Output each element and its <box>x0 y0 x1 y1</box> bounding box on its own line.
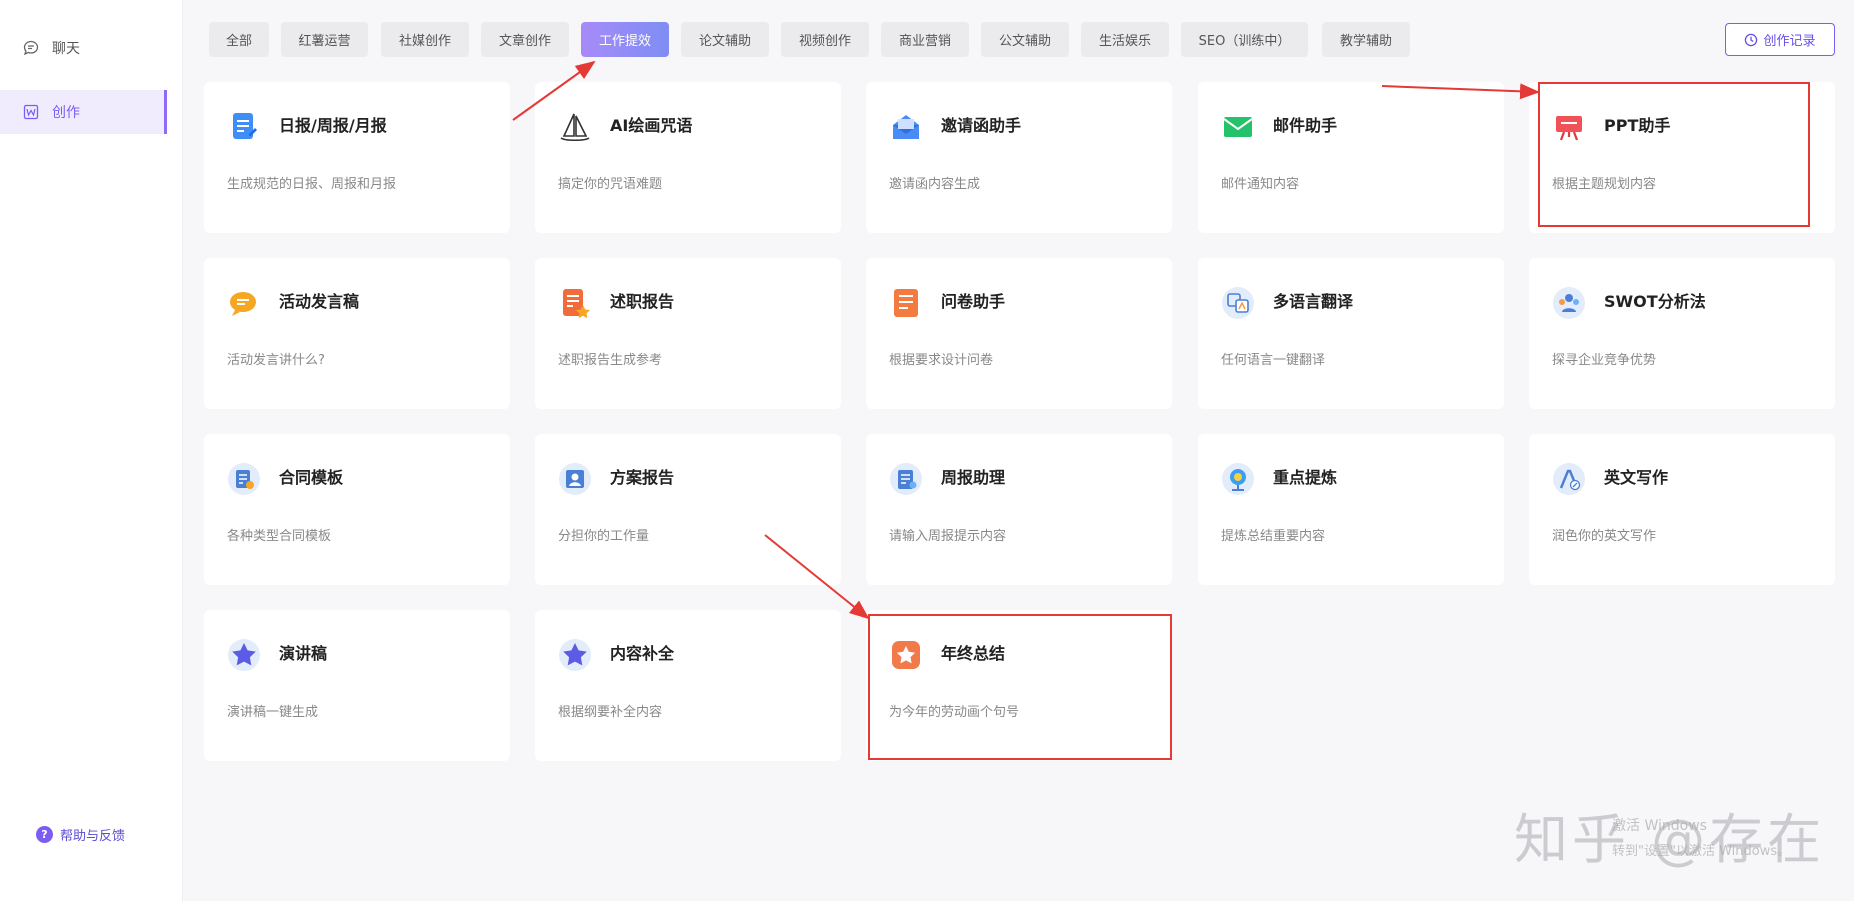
tab-article[interactable]: 文章创作 <box>481 22 569 57</box>
orange-star-icon <box>892 641 920 669</box>
card-title: 英文写作 <box>1604 468 1669 487</box>
card-speech-draft[interactable]: 演讲稿 演讲稿一键生成 <box>204 610 510 761</box>
card-desc: 根据要求设计问卷 <box>889 353 994 368</box>
card-desc: 润色你的英文写作 <box>1552 529 1657 544</box>
help-feedback-link[interactable]: ? 帮助与反馈 <box>36 825 125 844</box>
card-title: 活动发言稿 <box>279 292 360 311</box>
chat-icon <box>22 39 40 57</box>
sidebar-item-chat[interactable]: 聊天 <box>0 26 167 70</box>
card-title: 多语言翻译 <box>1273 292 1354 311</box>
speech-bubble-icon <box>230 292 256 316</box>
card-email[interactable]: 邮件助手 邮件通知内容 <box>1198 82 1504 233</box>
card-english-writing[interactable]: 英文写作 润色你的英文写作 <box>1529 434 1835 585</box>
card-title: 演讲稿 <box>279 644 328 663</box>
card-desc: 生成规范的日报、周报和月报 <box>227 177 397 192</box>
sailboat-icon <box>560 113 590 142</box>
card-invitation[interactable]: 邀请函助手 邀请函内容生成 <box>866 82 1172 233</box>
star-badge-icon <box>559 639 591 671</box>
card-title: 邀请函助手 <box>941 116 1022 135</box>
card-title: 重点提炼 <box>1273 468 1338 487</box>
tab-lifestyle[interactable]: 生活娱乐 <box>1081 22 1169 57</box>
card-title: 日报/周报/月报 <box>279 116 387 135</box>
card-desc: 分担你的工作量 <box>558 529 650 544</box>
card-duty-report[interactable]: 述职报告 述职报告生成参考 <box>535 258 841 409</box>
card-translate[interactable]: 多语言翻译 任何语言一键翻译 <box>1198 258 1504 409</box>
card-desc: 邮件通知内容 <box>1221 177 1300 192</box>
tab-paper[interactable]: 论文辅助 <box>681 22 769 57</box>
card-activity-speech[interactable]: 活动发言稿 活动发言讲什么? <box>204 258 510 409</box>
card-questionnaire[interactable]: 问卷助手 根据要求设计问卷 <box>866 258 1172 409</box>
mail-icon <box>1223 117 1253 137</box>
zhihu-watermark: 知乎 @存在 <box>1514 808 1826 871</box>
tab-official-doc[interactable]: 公文辅助 <box>981 22 1069 57</box>
card-content-completion[interactable]: 内容补全 根据纲要补全内容 <box>535 610 841 761</box>
invitation-icon <box>893 115 919 139</box>
contract-icon <box>228 463 260 495</box>
card-title: PPT助手 <box>1604 116 1671 135</box>
card-title: 问卷助手 <box>941 292 1006 311</box>
card-ppt[interactable]: PPT助手 根据主题规划内容 <box>1529 82 1835 233</box>
card-desc: 根据主题规划内容 <box>1552 177 1657 192</box>
write-icon <box>22 103 40 121</box>
card-title: 述职报告 <box>610 292 675 311</box>
history-icon <box>1745 33 1758 46</box>
tab-teaching[interactable]: 教学辅助 <box>1322 22 1410 57</box>
help-label: 帮助与反馈 <box>60 829 126 844</box>
record-label: 创作记录 <box>1763 34 1816 49</box>
card-swot[interactable]: SWOT分析法 探寻企业竞争优势 <box>1529 258 1835 409</box>
card-key-points[interactable]: 重点提炼 提炼总结重要内容 <box>1198 434 1504 585</box>
weekly-doc-icon <box>890 463 922 495</box>
card-desc: 述职报告生成参考 <box>558 353 663 368</box>
team-icon <box>1553 287 1585 319</box>
card-desc: 活动发言讲什么? <box>227 353 325 368</box>
sidebar-item-create[interactable]: 创作 <box>0 90 167 134</box>
report-star-icon <box>563 289 590 319</box>
card-desc: 根据纲要补全内容 <box>558 705 663 720</box>
star-badge-icon <box>228 639 260 671</box>
tab-marketing[interactable]: 商业营销 <box>881 22 969 57</box>
card-daily-report[interactable]: 日报/周报/月报 生成规范的日报、周报和月报 <box>204 82 510 233</box>
plan-user-icon <box>559 463 591 495</box>
sidebar: 聊天 创作 ? 帮助与反馈 <box>0 0 183 901</box>
card-title: 邮件助手 <box>1273 116 1338 135</box>
tab-social-media[interactable]: 社媒创作 <box>381 22 469 57</box>
card-desc: 为今年的劳动画个句号 <box>889 705 1020 720</box>
tab-work-efficiency[interactable]: 工作提效 <box>581 22 669 57</box>
sidebar-item-label: 聊天 <box>52 41 80 57</box>
card-contract[interactable]: 合同模板 各种类型合同模板 <box>204 434 510 585</box>
card-title: 合同模板 <box>279 468 344 487</box>
sidebar-item-label: 创作 <box>52 105 80 121</box>
report-doc-icon <box>233 113 257 139</box>
card-title: 年终总结 <box>941 644 1006 663</box>
card-desc: 提炼总结重要内容 <box>1221 529 1326 544</box>
tab-seo[interactable]: SEO（训练中） <box>1181 22 1308 57</box>
card-year-end-summary[interactable]: 年终总结 为今年的劳动画个句号 <box>866 610 1172 761</box>
card-title: AI绘画咒语 <box>610 116 693 135</box>
card-desc: 搞定你的咒语难题 <box>558 177 663 192</box>
card-ai-painting[interactable]: AI绘画咒语 搞定你的咒语难题 <box>535 82 841 233</box>
presentation-icon <box>1556 116 1582 141</box>
tab-all[interactable]: 全部 <box>209 22 269 57</box>
card-plan-report[interactable]: 方案报告 分担你的工作量 <box>535 434 841 585</box>
card-title: 内容补全 <box>610 644 675 663</box>
creation-record-button[interactable]: 创作记录 <box>1725 23 1835 56</box>
card-title: 方案报告 <box>610 468 675 487</box>
card-desc: 邀请函内容生成 <box>889 177 981 192</box>
card-desc: 任何语言一键翻译 <box>1221 353 1326 368</box>
tab-video[interactable]: 视频创作 <box>781 22 869 57</box>
card-title: 周报助理 <box>941 468 1006 487</box>
tab-red-book[interactable]: 红薯运营 <box>281 22 368 57</box>
help-icon: ? <box>36 826 53 843</box>
english-pen-icon <box>1553 463 1585 495</box>
card-weekly-assistant[interactable]: 周报助理 请输入周报提示内容 <box>866 434 1172 585</box>
questionnaire-icon <box>894 289 918 317</box>
card-title: SWOT分析法 <box>1604 292 1706 311</box>
card-desc: 请输入周报提示内容 <box>889 529 1007 544</box>
card-desc: 探寻企业竞争优势 <box>1552 353 1657 368</box>
globe-icon <box>1222 463 1254 495</box>
card-desc: 各种类型合同模板 <box>227 529 332 544</box>
translate-icon <box>1222 287 1254 319</box>
card-desc: 演讲稿一键生成 <box>227 705 319 720</box>
